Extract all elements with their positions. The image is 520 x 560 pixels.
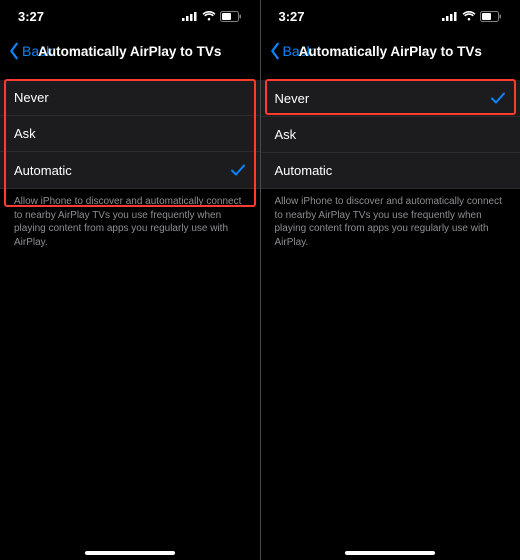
option-automatic[interactable]: Automatic xyxy=(0,152,260,189)
status-bar: 3:27 xyxy=(261,0,520,32)
home-indicator[interactable] xyxy=(345,551,435,555)
home-indicator[interactable] xyxy=(85,551,175,555)
option-never[interactable]: Never xyxy=(0,80,260,116)
options-group: Never Ask Automatic Allow iPhone to disc… xyxy=(0,80,260,249)
status-icons xyxy=(442,11,502,22)
cellular-icon xyxy=(182,11,198,21)
option-ask[interactable]: Ask xyxy=(0,116,260,152)
chevron-left-icon xyxy=(8,42,20,60)
screen-right: 3:27 Back Automatically AirPlay to TVs N… xyxy=(261,0,520,560)
screenshot-pair: 3:27 Back Automatically AirPlay to TVs N… xyxy=(0,0,520,560)
battery-icon xyxy=(480,11,502,22)
option-ask[interactable]: Ask xyxy=(261,117,520,153)
nav-bar: Back Automatically AirPlay to TVs xyxy=(0,32,260,70)
option-automatic[interactable]: Automatic xyxy=(261,153,520,189)
wifi-icon xyxy=(462,11,476,21)
status-bar: 3:27 xyxy=(0,0,260,32)
cellular-icon xyxy=(442,11,458,21)
wifi-icon xyxy=(202,11,216,21)
option-label: Ask xyxy=(275,127,297,142)
checkmark-icon xyxy=(490,90,506,106)
option-label: Never xyxy=(14,90,49,105)
status-time: 3:27 xyxy=(18,9,44,24)
option-label: Ask xyxy=(14,126,36,141)
screen-left: 3:27 Back Automatically AirPlay to TVs N… xyxy=(0,0,260,560)
nav-bar: Back Automatically AirPlay to TVs xyxy=(261,32,520,70)
option-label: Automatic xyxy=(275,163,333,178)
status-icons xyxy=(182,11,242,22)
options-group: Never Ask Automatic Allow iPhone to disc… xyxy=(261,80,520,249)
options-footer: Allow iPhone to discover and automatical… xyxy=(261,189,520,249)
checkmark-icon xyxy=(230,162,246,178)
battery-icon xyxy=(220,11,242,22)
back-button[interactable]: Back xyxy=(269,42,314,60)
status-time: 3:27 xyxy=(279,9,305,24)
option-label: Automatic xyxy=(14,163,72,178)
options-footer: Allow iPhone to discover and automatical… xyxy=(0,189,260,249)
option-label: Never xyxy=(275,91,310,106)
chevron-left-icon xyxy=(269,42,281,60)
back-button[interactable]: Back xyxy=(8,42,53,60)
back-label: Back xyxy=(22,43,53,59)
back-label: Back xyxy=(283,43,314,59)
option-never[interactable]: Never xyxy=(261,80,520,117)
